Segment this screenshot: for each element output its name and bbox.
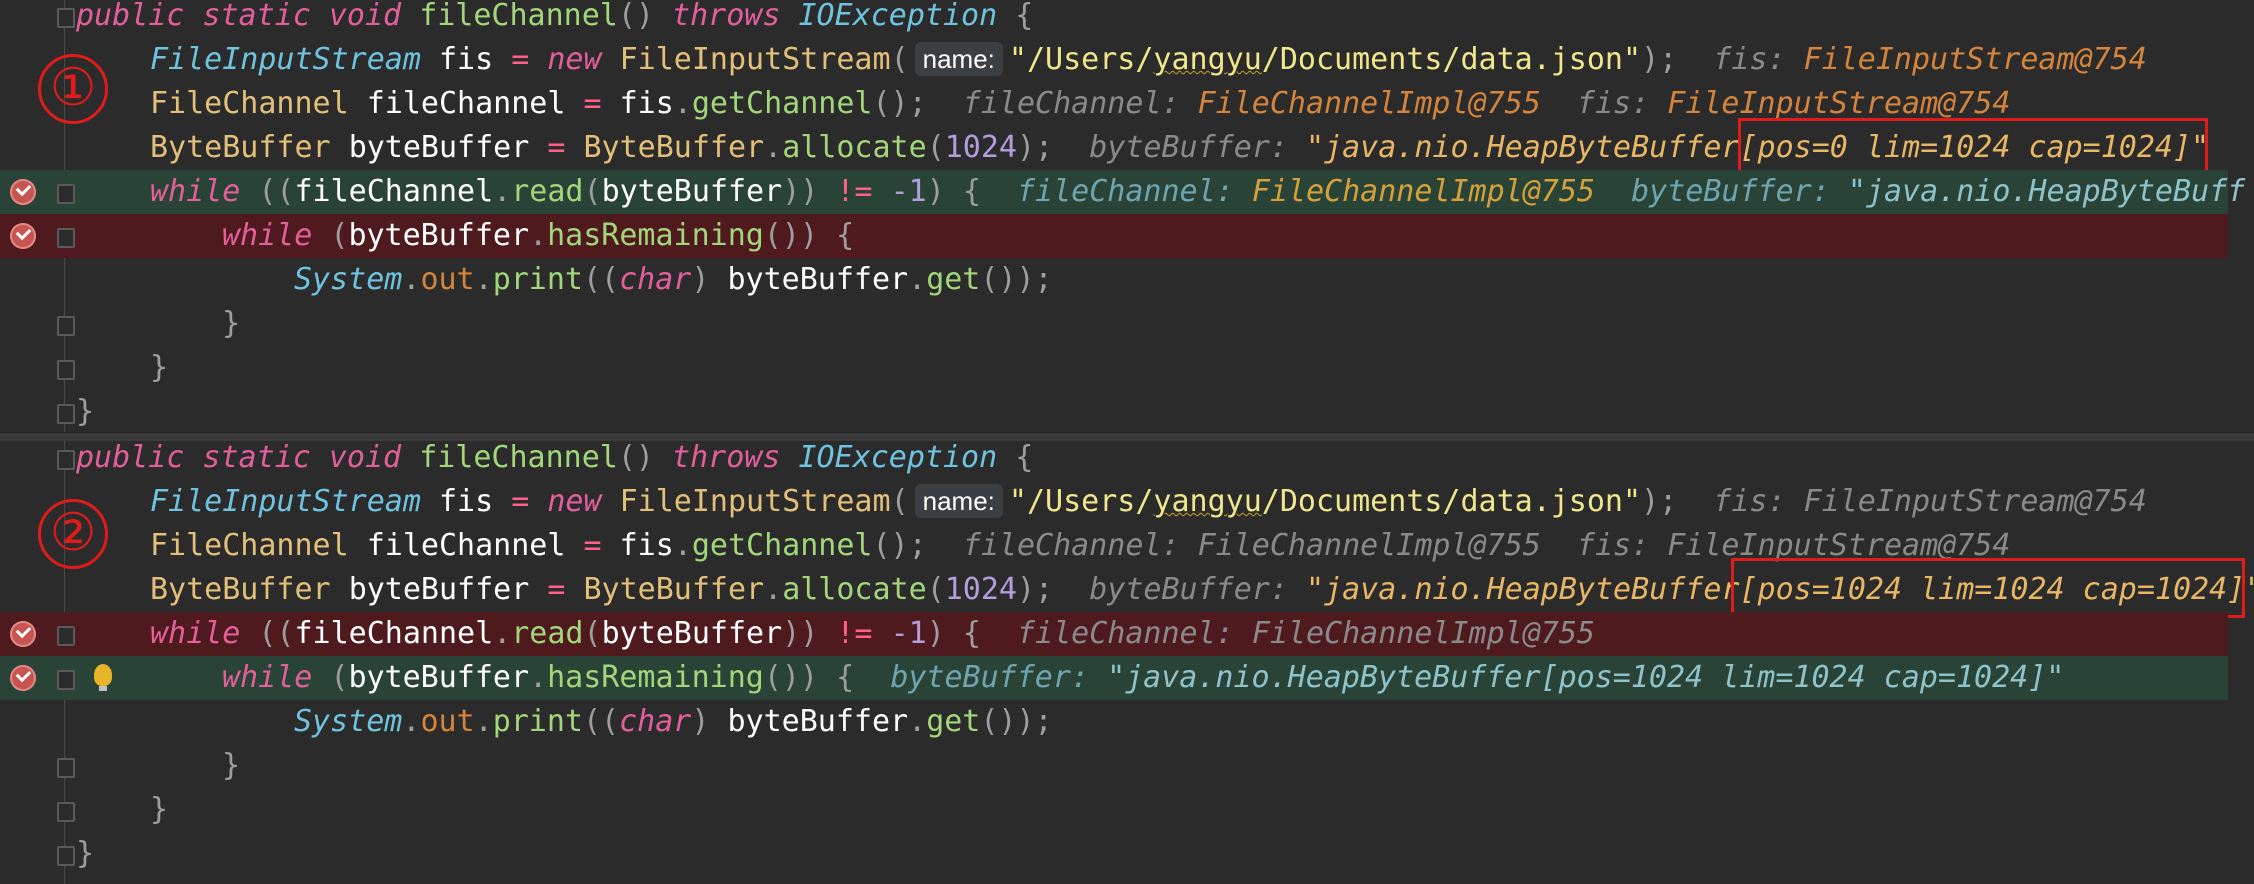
keyword: void [328, 0, 402, 33]
fold-marker-icon[interactable] [57, 316, 75, 336]
parameter-hint: name: [914, 41, 1003, 76]
fold-marker-icon[interactable] [57, 404, 75, 424]
fold-marker-icon[interactable] [57, 450, 75, 470]
code-line-close[interactable]: } [0, 346, 2228, 390]
code-line-inner-while[interactable]: while (byteBuffer.hasRemaining()) { byte… [0, 656, 2228, 700]
inline-debug-value[interactable]: FileInputStream@754 [1804, 42, 2147, 77]
highlight-box [1731, 558, 2245, 618]
inline-debug-value[interactable]: FileChannelImpl@755 [1252, 174, 1595, 209]
fold-marker-icon[interactable] [57, 228, 75, 248]
editor-panel-2: public static void fileChannel() throws … [0, 441, 2254, 884]
inline-debug-value[interactable]: "java.nio.HeapByteBuffer[pos=1024 lim=10… [1107, 660, 2064, 695]
inline-debug-value[interactable]: FileInputStream@754 [1667, 86, 2010, 121]
fold-marker-icon[interactable] [57, 670, 75, 690]
inline-debug-label: fis: [1576, 86, 1650, 121]
parameter-hint: name: [914, 483, 1003, 518]
fold-marker-icon[interactable] [57, 626, 75, 646]
breakpoint-icon[interactable] [10, 665, 36, 691]
inline-debug-value[interactable]: FileChannelImpl@755 [1252, 616, 1595, 651]
fold-marker-icon[interactable] [57, 846, 75, 866]
method-name: fileChannel [419, 0, 618, 33]
code-line-signature[interactable]: public static void fileChannel() throws … [0, 0, 2228, 38]
code-line-close[interactable]: } [0, 302, 2228, 346]
fold-marker-icon[interactable] [57, 360, 75, 380]
keyword: public [76, 0, 185, 33]
code-line-close[interactable]: } [0, 744, 2228, 788]
code-line-outer-while[interactable]: while ((fileChannel.read(byteBuffer)) !=… [0, 612, 2228, 656]
exception-type: IOException [798, 0, 998, 33]
code-line-print[interactable]: System.out.print((char) byteBuffer.get()… [0, 700, 2228, 744]
fold-marker-icon[interactable] [57, 184, 75, 204]
inline-debug-value[interactable]: "java.nio.HeapByteBuff [1848, 174, 2245, 209]
inline-debug-value[interactable]: "java.nio.HeapByteBuffer [1306, 572, 1739, 607]
breakpoint-icon[interactable] [10, 179, 36, 205]
inline-debug-value[interactable]: FileChannelImpl@755 [1198, 86, 1541, 121]
breakpoint-icon[interactable] [10, 223, 36, 249]
breakpoint-icon[interactable] [10, 621, 36, 647]
inline-debug-value[interactable]: FileChannelImpl@755 [1198, 528, 1541, 563]
code-line-close[interactable]: } [0, 788, 2228, 832]
fold-marker-icon[interactable] [57, 758, 75, 778]
highlight-box [1738, 118, 2208, 174]
inline-debug-value[interactable]: FileInputStream@754 [1804, 484, 2147, 519]
code-line-close[interactable]: } [0, 390, 2228, 432]
editor-panel-1: public static void fileChannel() throws … [0, 0, 2254, 432]
code-line-close[interactable]: } [0, 832, 2228, 876]
code-line-signature[interactable]: public static void fileChannel() throws … [0, 441, 2228, 480]
inline-debug-value[interactable]: "java.nio.HeapByteBuffer [1306, 130, 1739, 165]
lightbulb-icon[interactable] [94, 664, 112, 691]
inline-debug-label: fileChannel: [962, 86, 1180, 121]
keyword: throws [672, 0, 781, 33]
inline-debug-label: byteBuffer: [1089, 130, 1288, 165]
code-line-fis[interactable]: FileInputStream fis = new FileInputStrea… [0, 38, 2228, 82]
inline-debug-label: fis: [1713, 42, 1786, 77]
inline-debug-label: fileChannel: [1017, 174, 1234, 209]
inline-debug-label: byteBuffer: [1631, 174, 1830, 209]
keyword: static [202, 0, 311, 33]
code-line-print[interactable]: System.out.print((char) byteBuffer.get()… [0, 258, 2228, 302]
code-line-fis[interactable]: FileInputStream fis = new FileInputStrea… [0, 480, 2228, 524]
typo-underline: yangyu [1153, 42, 1262, 77]
fold-marker-icon[interactable] [57, 8, 75, 28]
code-line-inner-while[interactable]: while (byteBuffer.hasRemaining()) { [0, 214, 2228, 258]
code-line-outer-while[interactable]: while ((fileChannel.read(byteBuffer)) !=… [0, 170, 2245, 214]
fold-marker-icon[interactable] [57, 802, 75, 822]
